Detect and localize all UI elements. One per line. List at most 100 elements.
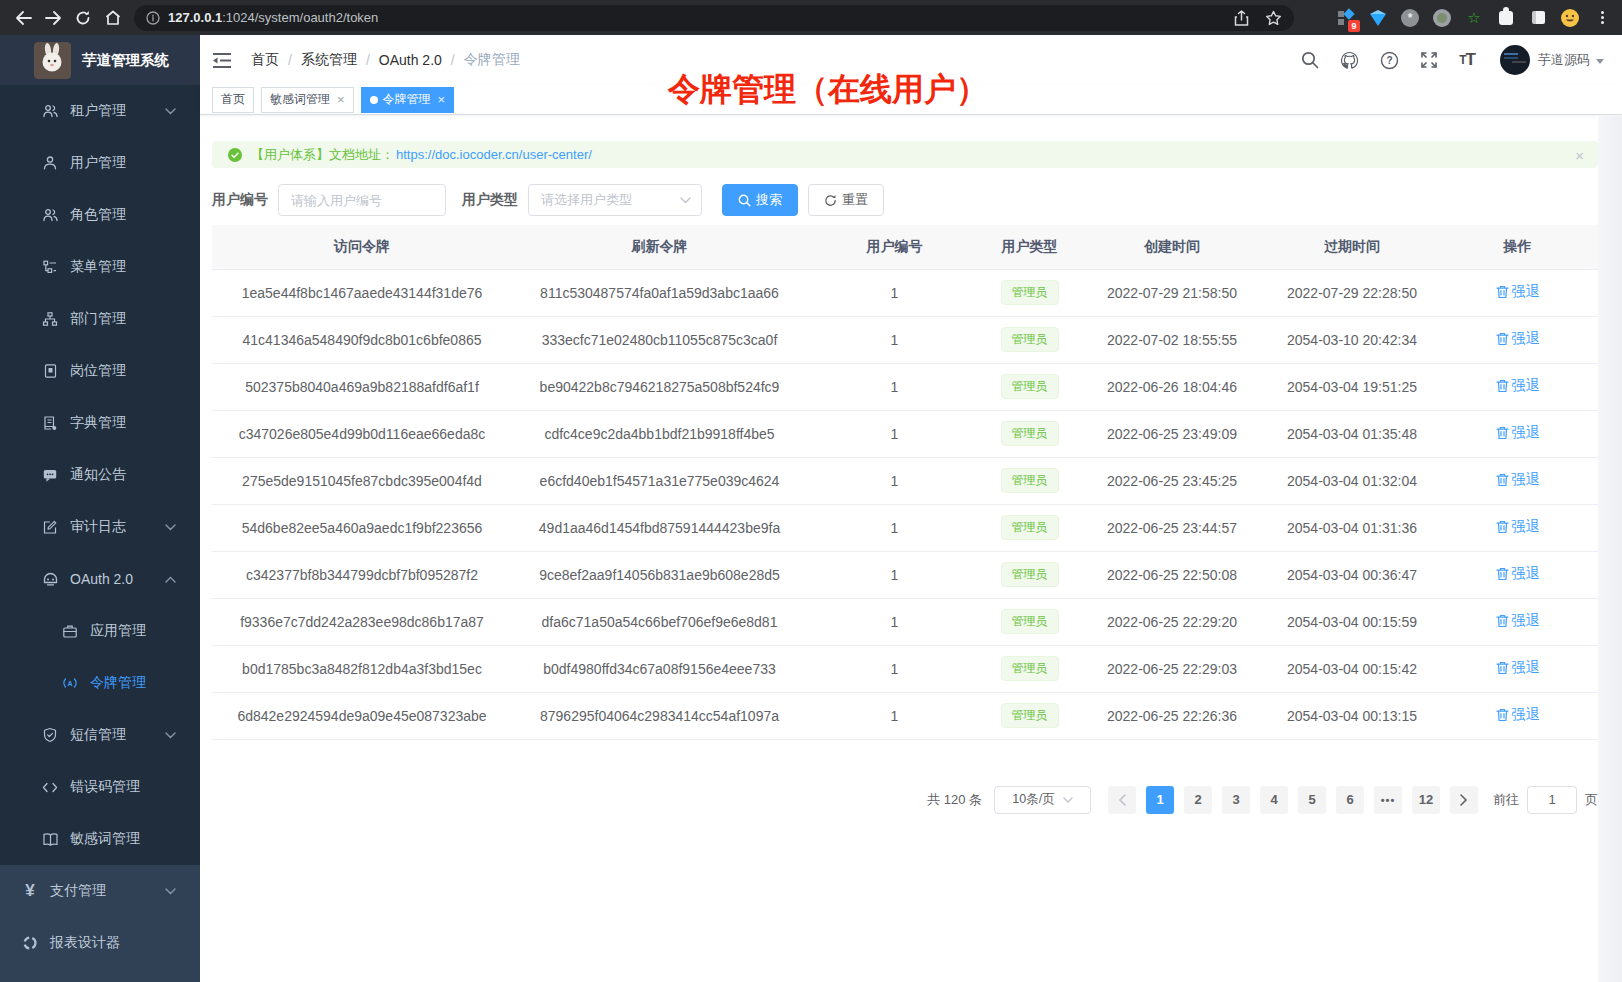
browser-back-button[interactable] (8, 5, 38, 31)
sidebar-item-oauth2-token[interactable]: A 令牌管理 (0, 657, 200, 709)
address-bar[interactable]: 127.0.0.1:1024/system/oauth2/token (134, 5, 1294, 31)
force-logout-button[interactable]: 强退 (1496, 659, 1540, 677)
breadcrumb-system[interactable]: 系统管理 (301, 51, 357, 69)
sidebar-item-user[interactable]: 用户管理 (0, 137, 200, 189)
page-button-6[interactable]: 6 (1336, 786, 1364, 814)
site-info-icon[interactable] (146, 11, 160, 25)
page-button-5[interactable]: 5 (1298, 786, 1326, 814)
user-menu[interactable]: 芋道源码 (1496, 45, 1604, 75)
sidebar-item-payment[interactable]: ¥ 支付管理 (0, 865, 200, 917)
breadcrumb-oauth2[interactable]: OAuth 2.0 (379, 52, 442, 68)
help-icon[interactable]: ? (1380, 51, 1399, 70)
force-logout-button[interactable]: 强退 (1496, 283, 1540, 301)
prev-page-button[interactable] (1108, 786, 1136, 814)
sidebar-item-report-designer[interactable]: 报表设计器 (0, 917, 200, 969)
page-button-1[interactable]: 1 (1146, 786, 1174, 814)
browser-home-button[interactable] (98, 5, 128, 31)
col-expires: 过期时间 (1267, 225, 1437, 269)
caret-down-icon (1596, 59, 1604, 64)
sidebar-item-dept[interactable]: 部门管理 (0, 293, 200, 345)
trash-icon (1496, 285, 1509, 299)
sidebar-item-dict[interactable]: 字典管理 (0, 397, 200, 449)
table-row: c347026e805e4d99b0d116eae66eda8c cdfc4ce… (212, 410, 1598, 457)
browser-reload-button[interactable] (68, 5, 98, 31)
page-size-select[interactable]: 10条/页 (994, 786, 1091, 814)
sidebar-item-sensitive-word[interactable]: 敏感词管理 (0, 813, 200, 865)
page-button-12[interactable]: 12 (1412, 786, 1440, 814)
page-button-2[interactable]: 2 (1184, 786, 1212, 814)
reset-button[interactable]: 重置 (808, 184, 884, 216)
extension-reader-icon[interactable] (1528, 8, 1548, 28)
page-button-4[interactable]: 4 (1260, 786, 1288, 814)
browser-profile-avatar[interactable] (1560, 8, 1580, 28)
extension-puzzle-icon[interactable] (1496, 8, 1516, 28)
extension-star-icon[interactable]: ☆ (1464, 8, 1484, 28)
browser-forward-button[interactable] (38, 5, 68, 31)
table-header-row: 访问令牌 刷新令牌 用户编号 用户类型 创建时间 过期时间 操作 (212, 225, 1598, 269)
force-logout-button[interactable]: 强退 (1496, 424, 1540, 442)
sidebar-item-post[interactable]: 岗位管理 (0, 345, 200, 397)
force-logout-button[interactable]: 强退 (1496, 612, 1540, 630)
pagination-total: 共 120 条 (927, 791, 982, 809)
alert-close-icon[interactable]: × (1575, 147, 1584, 162)
sidebar-item-oauth2[interactable]: OAuth 2.0 (0, 553, 200, 605)
force-logout-button[interactable]: 强退 (1496, 518, 1540, 536)
force-logout-button[interactable]: 强退 (1496, 330, 1540, 348)
doc-link[interactable]: https://doc.iocoder.cn/user-center/ (396, 147, 592, 162)
edit-log-icon (40, 518, 60, 536)
extension-settings-icon[interactable]: * (1400, 8, 1420, 28)
header-tools: ? TT 芋道源码 (1301, 45, 1604, 75)
sidebar-item-notice[interactable]: 通知公告 (0, 449, 200, 501)
search-button[interactable]: 搜索 (722, 184, 798, 216)
sidebar-item-audit-log[interactable]: 审计日志 (0, 501, 200, 553)
force-logout-button[interactable]: 强退 (1496, 565, 1540, 583)
chevron-down-icon (165, 888, 176, 895)
font-size-icon[interactable]: TT (1459, 50, 1475, 70)
trash-icon (1496, 473, 1509, 487)
trash-icon (1496, 332, 1509, 346)
close-icon[interactable]: × (438, 92, 446, 107)
next-page-button[interactable] (1450, 786, 1478, 814)
sidebar-item-role[interactable]: 角色管理 (0, 189, 200, 241)
success-icon (228, 148, 242, 162)
sidebar-item-tenant[interactable]: 租户管理 (0, 85, 200, 137)
search-icon[interactable] (1301, 51, 1319, 69)
force-logout-button[interactable]: 强退 (1496, 377, 1540, 395)
close-icon[interactable]: × (337, 92, 345, 107)
annotation-text: 令牌管理（在线用户） (668, 68, 988, 112)
app-logo[interactable]: 芋道管理系统 (0, 35, 200, 85)
more-pages-button[interactable]: ••• (1374, 786, 1402, 814)
user-type-select[interactable]: 请选择用户类型 (528, 184, 702, 216)
extension-dot-icon[interactable] (1432, 8, 1452, 28)
sidebar-item-menu[interactable]: 菜单管理 (0, 241, 200, 293)
org-tree-icon (40, 310, 60, 328)
force-logout-button[interactable]: 强退 (1496, 471, 1540, 489)
trash-icon (1496, 520, 1509, 534)
hamburger-icon[interactable] (212, 50, 234, 70)
book-edit-icon (40, 414, 60, 432)
extension-badge: 9 (1348, 20, 1360, 32)
browser-menu-icon[interactable] (1592, 8, 1612, 28)
bookmark-star-icon[interactable] (1265, 10, 1282, 26)
extension-gem-icon[interactable] (1368, 8, 1388, 28)
tab-token[interactable]: 令牌管理× (361, 87, 455, 113)
github-icon[interactable] (1340, 51, 1359, 70)
extension-tampermonkey-icon[interactable]: 9 (1336, 8, 1356, 28)
force-logout-button[interactable]: 强退 (1496, 706, 1540, 724)
fullscreen-icon[interactable] (1420, 51, 1438, 69)
user-type-label: 用户类型 (462, 191, 518, 209)
tab-home[interactable]: 首页 (212, 87, 254, 113)
breadcrumb-home[interactable]: 首页 (251, 51, 279, 69)
user-id-input[interactable] (278, 184, 446, 216)
sidebar-item-sms[interactable]: 短信管理 (0, 709, 200, 761)
share-icon[interactable] (1234, 10, 1249, 26)
user-type-badge: 管理员 (1001, 515, 1059, 540)
sidebar-item-error-code[interactable]: 错误码管理 (0, 761, 200, 813)
tab-sensitive-word[interactable]: 敏感词管理× (261, 87, 354, 113)
goto-page-input[interactable] (1527, 786, 1577, 814)
user-icon (40, 154, 60, 172)
chevron-down-icon (165, 524, 176, 531)
filter-form: 用户编号 用户类型 请选择用户类型 搜索 重置 (212, 184, 1598, 216)
sidebar-item-oauth2-app[interactable]: 应用管理 (0, 605, 200, 657)
page-button-3[interactable]: 3 (1222, 786, 1250, 814)
